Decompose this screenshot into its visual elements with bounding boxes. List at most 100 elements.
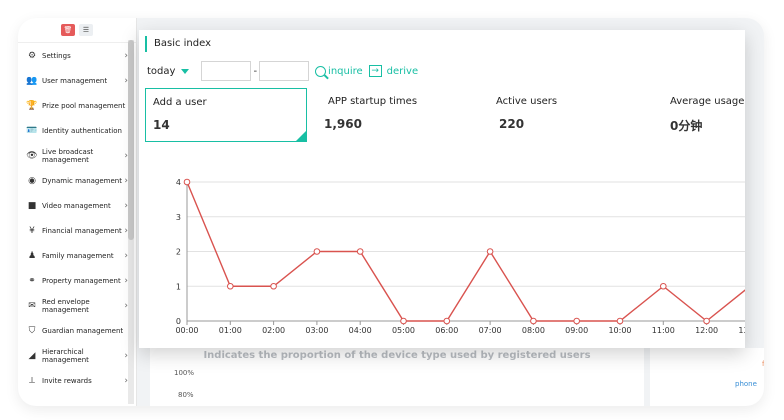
legend-peek-facebook: facebo xyxy=(762,360,764,368)
derive-button[interactable]: → derive xyxy=(368,65,419,77)
sidebar-toolbar: 🗑 ☰ xyxy=(18,18,136,43)
data-point xyxy=(530,317,537,325)
period-select[interactable]: today xyxy=(147,65,190,77)
motorcycle-icon: ⚭ xyxy=(28,275,36,286)
stat-card-average-usage[interactable]: Average usage 0分钟 xyxy=(663,88,747,142)
device-type-card: Indicates the proportion of the device t… xyxy=(150,348,644,406)
data-point xyxy=(356,248,364,255)
sidebar-item-label: Family management xyxy=(42,251,114,260)
x-tick-label: 08:00 xyxy=(522,326,545,335)
data-point xyxy=(616,317,624,325)
delete-icon[interactable]: 🗑 xyxy=(61,24,75,36)
sidebar-item[interactable]: ⛉ Guardian management xyxy=(18,318,136,343)
sidebar-scrollbar[interactable] xyxy=(128,40,134,404)
sidebar-item[interactable]: 🪪 Identity authentication xyxy=(18,118,136,143)
x-tick-label: 13:00 xyxy=(738,326,745,335)
sidebar-item-label: Property management xyxy=(42,276,121,285)
video-camera-icon: ■ xyxy=(27,200,37,211)
gear-icon: ⚙ xyxy=(27,50,37,61)
sidebar-item[interactable]: ■ Video management › xyxy=(18,193,136,218)
stat-label: Active users xyxy=(496,96,558,107)
stat-card-active-users[interactable]: Active users 220 xyxy=(489,88,639,142)
sidebar-item-label: Live broadcast management xyxy=(42,147,94,164)
axis-label-80: 80% xyxy=(178,391,194,399)
y-tick-label: 2 xyxy=(176,248,181,257)
x-tick-label: 05:00 xyxy=(392,326,415,335)
device-type-title: Indicates the proportion of the device t… xyxy=(203,350,591,361)
sidebar-item[interactable]: ⚙ Settings › xyxy=(18,43,136,68)
list-icon[interactable]: ☰ xyxy=(79,24,93,36)
data-point xyxy=(270,282,277,290)
data-point xyxy=(313,248,321,255)
sidebar-item[interactable]: ◉ Dynamic management › xyxy=(18,168,136,193)
sidebar-item[interactable]: ◢ Hierarchical management › xyxy=(18,343,136,368)
x-tick-label: 09:00 xyxy=(565,326,588,335)
x-tick-label: 02:00 xyxy=(262,326,285,335)
chart-icon: ◢ xyxy=(28,350,36,361)
stat-card-startup[interactable]: APP startup times 1,960 xyxy=(321,88,471,142)
x-tick-label: 03:00 xyxy=(305,326,328,335)
sidebar-item-label: Red envelope management xyxy=(42,297,90,314)
yen-icon: ¥ xyxy=(29,225,35,236)
sidebar-item-label: User management xyxy=(42,76,108,85)
sidebar-item-label: Dynamic management xyxy=(42,176,122,185)
date-separator: - xyxy=(253,65,258,77)
y-tick-label: 4 xyxy=(176,178,181,187)
x-tick-label: 06:00 xyxy=(435,326,458,335)
start-date-input[interactable] xyxy=(201,61,252,81)
device-legend-card: facebo phone xyxy=(650,348,764,406)
x-tick-label: 10:00 xyxy=(608,326,631,335)
data-point xyxy=(573,317,581,325)
data-point xyxy=(660,282,667,290)
filter-bar: today - inquire → derive xyxy=(147,60,418,82)
export-icon: → xyxy=(368,65,382,77)
search-icon xyxy=(315,65,327,77)
sidebar-item-label: Guardian management xyxy=(42,326,124,335)
family-icon: ♟ xyxy=(27,250,37,261)
users-icon: 👥 xyxy=(26,75,38,86)
period-label: today xyxy=(147,65,176,77)
end-date-input[interactable] xyxy=(259,61,310,81)
x-tick-label: 00:00 xyxy=(175,326,198,335)
legend-peek-phone: phone xyxy=(735,380,757,388)
sidebar: 🗑 ☰ ⚙ Settings › 👥 User management › 🏆 Prize po… xyxy=(18,18,137,406)
stat-label: APP startup times xyxy=(328,96,418,107)
globe-icon: ◉ xyxy=(28,175,36,186)
sidebar-item[interactable]: 👁 Live broadcast management › xyxy=(18,143,136,168)
axis-label-100: 100% xyxy=(174,369,195,377)
selected-corner-icon xyxy=(296,131,306,141)
data-point xyxy=(703,317,710,325)
sidebar-item[interactable]: ¥ Financial management › xyxy=(18,218,136,243)
envelope-icon: ✉ xyxy=(28,300,36,311)
sidebar-item-label: Hierarchical management xyxy=(42,347,89,364)
sidebar-item[interactable]: ✉ Red envelope management › xyxy=(18,293,136,318)
data-point xyxy=(486,248,494,255)
stat-value: 0分钟 xyxy=(670,119,703,133)
inquire-button[interactable]: inquire xyxy=(315,65,363,77)
panel-title: Basic index xyxy=(145,36,211,52)
caret-down-icon xyxy=(181,68,190,74)
data-point xyxy=(400,317,407,325)
sidebar-item[interactable]: 👥 User management › xyxy=(18,68,136,93)
scrollbar-thumb[interactable] xyxy=(128,40,134,240)
derive-label: derive xyxy=(386,65,419,77)
basic-index-panel: Basic index today - inquire → derive Add… xyxy=(139,30,745,348)
y-tick-label: 0 xyxy=(176,317,181,326)
sidebar-item[interactable]: ⟂ Invite rewards › xyxy=(18,368,136,393)
x-tick-label: 07:00 xyxy=(479,326,502,335)
x-tick-label: 04:00 xyxy=(349,326,372,335)
sidebar-item[interactable]: ♟ Family management › xyxy=(18,243,136,268)
stat-card-add-user[interactable]: Add a user 14 xyxy=(145,88,307,142)
sidebar-item[interactable]: ⚭ Property management › xyxy=(18,268,136,293)
shield-icon: ⛉ xyxy=(28,325,36,336)
line-chart: 0 1 2 3 4 00:00 01:00 02:00 03:00 04:00 05:00 06:00… xyxy=(175,178,745,335)
sidebar-item-label: Prize pool management xyxy=(42,101,126,110)
x-tick-label: 01:00 xyxy=(219,326,242,335)
sidebar-item[interactable]: 🏆 Prize pool management xyxy=(18,93,136,118)
data-point xyxy=(227,282,234,290)
x-tick-label: 11:00 xyxy=(652,326,675,335)
stat-label: Add a user xyxy=(153,97,207,108)
stats-row: Add a user 14 APP startup times 1,960 Ac… xyxy=(145,88,745,142)
x-tick-label: 12:00 xyxy=(695,326,718,335)
data-point xyxy=(443,317,451,325)
